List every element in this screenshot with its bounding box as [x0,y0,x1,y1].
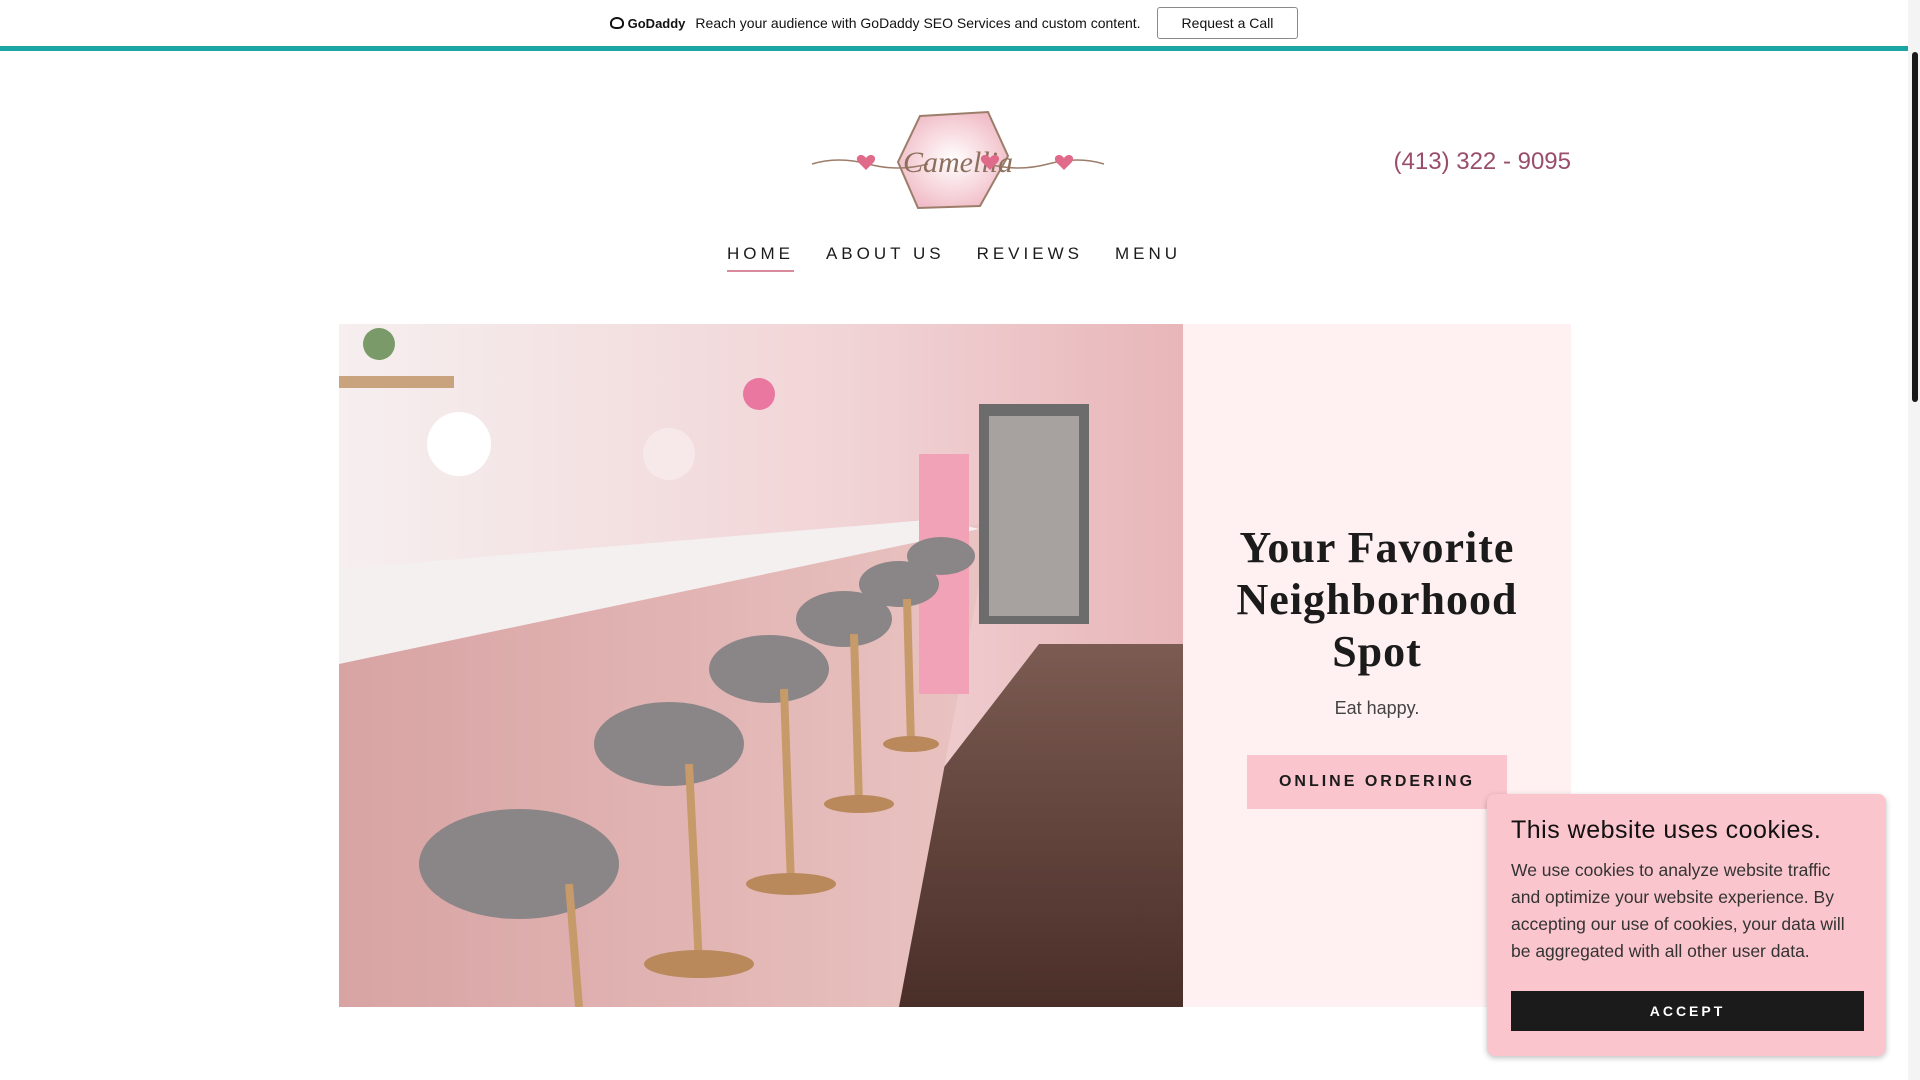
promo-message: Reach your audience with GoDaddy SEO Ser… [695,15,1141,31]
camellia-logo[interactable]: Camellia [808,106,1108,216]
godaddy-brand-text: GoDaddy [627,15,686,31]
request-call-button[interactable]: Request a Call [1156,7,1299,39]
scrollbar-thumb[interactable] [1912,52,1918,402]
godaddy-logo: GoDaddy [609,15,686,31]
hero-image [339,324,1183,1007]
cookie-banner: This website uses cookies. We use cookie… [1487,794,1886,1056]
phone-link[interactable]: (413) 322 - 9095 [1394,148,1571,176]
nav-reviews[interactable]: REVIEWS [977,244,1083,272]
scrollbar-track[interactable] [1908,0,1920,1080]
promo-bar: GoDaddy Reach your audience with GoDaddy… [0,0,1908,51]
nav-about-us[interactable]: ABOUT US [826,244,945,272]
nav-menu[interactable]: MENU [1115,244,1181,272]
cookie-body: We use cookies to analyze website traffi… [1511,860,1845,961]
hero-title: Your Favorite Neighborhood Spot [1236,523,1518,676]
accept-cookies-button[interactable]: ACCEPT [1511,991,1864,1031]
godaddy-icon [609,17,624,29]
online-ordering-button[interactable]: ONLINE ORDERING [1246,755,1508,809]
nav-home[interactable]: HOME [726,244,794,272]
main-nav: HOME ABOUT US REVIEWS MENU [0,244,1908,272]
cookie-title: This website uses cookies. [1511,816,1822,844]
hero-subtitle: Eat happy. [1334,698,1420,718]
